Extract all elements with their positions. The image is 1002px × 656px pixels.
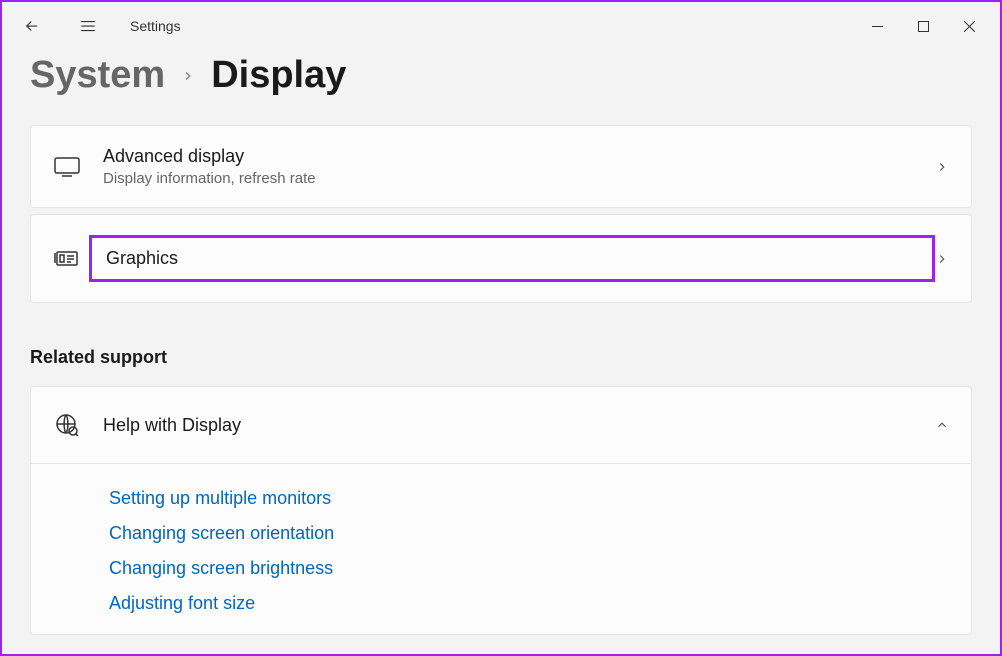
back-button[interactable] [10,6,54,46]
breadcrumb: System Display [30,54,972,97]
close-button[interactable] [946,10,992,42]
help-header[interactable]: Help with Display [31,387,971,463]
titlebar: Settings [2,2,1000,50]
card-title: Advanced display [103,146,935,167]
gpu-icon [53,245,81,273]
card-body: Help with Display [103,415,935,436]
chevron-right-icon [935,252,949,266]
minimize-icon [872,21,883,32]
help-link-font-size[interactable]: Adjusting font size [109,593,949,614]
help-title: Help with Display [103,415,935,436]
breadcrumb-current: Display [211,54,346,97]
card-title: Graphics [106,248,918,269]
monitor-icon [53,153,81,181]
maximize-button[interactable] [900,10,946,42]
minimize-button[interactable] [854,10,900,42]
app-title: Settings [130,18,181,34]
globe-help-icon [53,411,81,439]
graphics-card[interactable]: Graphics [30,214,972,303]
titlebar-left: Settings [10,6,181,46]
card-body: Advanced display Display information, re… [103,146,935,187]
card-body: Graphics [103,235,935,282]
help-card: Help with Display Setting up multiple mo… [30,386,972,635]
card-subtitle: Display information, refresh rate [103,170,935,187]
advanced-display-card[interactable]: Advanced display Display information, re… [30,125,972,208]
window-controls [854,10,992,42]
help-links: Setting up multiple monitors Changing sc… [31,463,971,634]
chevron-right-icon [935,160,949,174]
menu-button[interactable] [66,6,110,46]
hamburger-icon [79,17,97,35]
content-area: System Display Advanced display Display … [2,54,1000,655]
breadcrumb-parent[interactable]: System [30,54,165,97]
chevron-up-icon [935,418,949,432]
help-link-multiple-monitors[interactable]: Setting up multiple monitors [109,488,949,509]
highlight-annotation: Graphics [89,235,935,282]
help-link-screen-orientation[interactable]: Changing screen orientation [109,523,949,544]
related-support-heading: Related support [30,347,972,368]
chevron-right-icon [181,67,195,85]
close-icon [964,21,975,32]
help-link-screen-brightness[interactable]: Changing screen brightness [109,558,949,579]
back-arrow-icon [23,17,41,35]
maximize-icon [918,21,929,32]
